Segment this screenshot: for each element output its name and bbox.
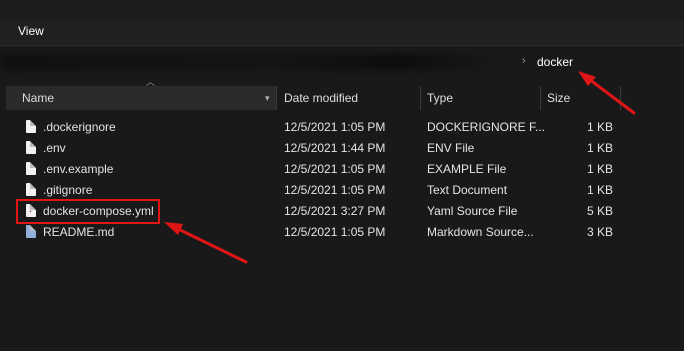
redacted-path [0, 54, 500, 70]
column-divider[interactable] [420, 86, 421, 110]
file-size: 5 KB [586, 204, 613, 218]
column-header-name[interactable]: ︿ Name ▾ [6, 77, 276, 110]
file-date-modified: 12/5/2021 1:05 PM [284, 120, 386, 134]
file-date-modified: 12/5/2021 1:05 PM [284, 162, 386, 176]
file-size: 1 KB [586, 141, 613, 155]
file-name: .gitignore [43, 183, 93, 197]
file-type: EXAMPLE File [427, 162, 507, 176]
column-header-type[interactable]: Type [427, 86, 453, 110]
file-name: .dockerignore [43, 120, 116, 134]
file-type: ENV File [427, 141, 475, 155]
file-type: Text Document [427, 183, 508, 197]
file-date-modified: 12/5/2021 1:05 PM [284, 183, 386, 197]
file-type: Markdown Source... [427, 225, 534, 239]
chevron-down-icon[interactable]: ▾ [265, 86, 270, 110]
sort-ascending-icon: ︿ [146, 77, 156, 87]
file-size: 1 KB [586, 162, 613, 176]
file-size: 1 KB [586, 183, 613, 197]
file-date-modified: 12/5/2021 1:44 PM [284, 141, 386, 155]
file-row[interactable]: .env.example 12/5/2021 1:05 PM EXAMPLE F… [0, 159, 684, 180]
file-size: 3 KB [586, 225, 613, 239]
file-name: README.md [43, 225, 115, 239]
file-row[interactable]: README.md 12/5/2021 1:05 PM Markdown Sou… [0, 222, 684, 243]
file-type: DOCKERIGNORE F... [427, 120, 546, 134]
file-row[interactable]: .env 12/5/2021 1:44 PM ENV File 1 KB [0, 138, 684, 159]
file-size: 1 KB [586, 120, 613, 134]
markdown-file-icon [26, 225, 36, 238]
column-header-row: ︿ Name ▾ Date modified Type Size [0, 77, 684, 110]
column-header-size[interactable]: Size [547, 86, 570, 110]
menu-bar: View [0, 19, 684, 46]
file-type: Yaml Source File [427, 204, 518, 218]
file-row[interactable]: .gitignore 12/5/2021 1:05 PM Text Docume… [0, 180, 684, 201]
breadcrumb-separator-icon: › [522, 55, 526, 67]
file-list: .dockerignore 12/5/2021 1:05 PM DOCKERIG… [0, 117, 684, 243]
file-date-modified: 12/5/2021 1:05 PM [284, 225, 386, 239]
file-name: .env [43, 141, 66, 155]
file-name: .env.example [43, 162, 114, 176]
title-strip [0, 0, 684, 19]
column-header-name-label: Name [22, 91, 55, 105]
address-bar[interactable]: › docker [0, 47, 684, 80]
column-divider[interactable] [276, 86, 277, 110]
column-divider[interactable] [620, 86, 621, 110]
file-icon [26, 120, 36, 133]
column-divider[interactable] [540, 86, 541, 110]
file-icon [26, 162, 36, 175]
highlight-box-docker-compose [16, 199, 160, 224]
column-header-date-modified[interactable]: Date modified [284, 86, 358, 110]
breadcrumb-current-folder[interactable]: docker [537, 55, 573, 69]
file-date-modified: 12/5/2021 3:27 PM [284, 204, 386, 218]
menu-view[interactable]: View [18, 24, 44, 38]
file-row[interactable]: .dockerignore 12/5/2021 1:05 PM DOCKERIG… [0, 117, 684, 138]
file-icon [26, 183, 36, 196]
file-icon [26, 141, 36, 154]
